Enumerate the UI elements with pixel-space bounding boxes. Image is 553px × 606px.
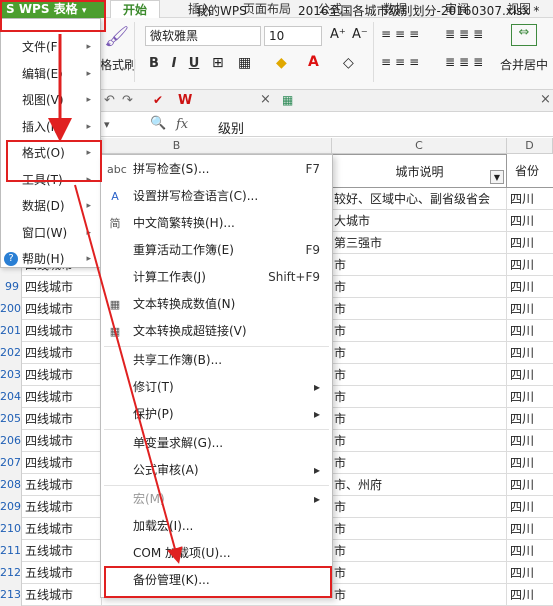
annotation-arrows (48, 34, 183, 564)
arrow-to-backup (74, 184, 183, 564)
